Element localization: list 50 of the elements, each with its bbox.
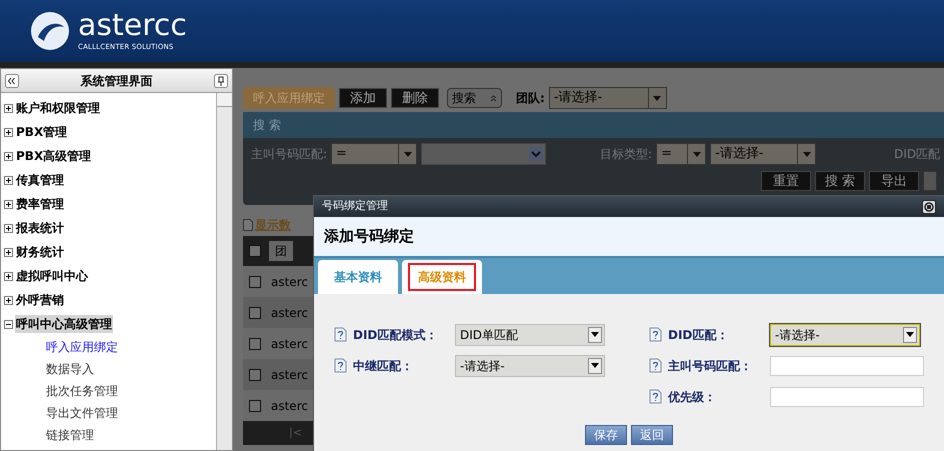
tree-item[interactable]: 传真管理 — [15, 171, 65, 189]
dropdown[interactable]: = — [331, 143, 418, 165]
field-label: DID匹配模式： — [353, 326, 438, 344]
dropdown[interactable]: = — [656, 143, 706, 165]
search-toggle-button[interactable]: 搜索 — [447, 88, 502, 108]
tree-item[interactable]: PBX管理 — [15, 123, 68, 141]
field-label: 中继匹配： — [353, 358, 414, 374]
field-label: 主叫号码匹配： — [668, 358, 753, 374]
tree-item[interactable]: 虚拟呼叫中心 — [15, 267, 89, 285]
tree-item[interactable]: 费率管理 — [15, 195, 65, 213]
dialog-title: 号码绑定管理 — [322, 198, 389, 214]
table-cell-text: asterc — [271, 366, 308, 384]
target-type-label: 目标类型: — [600, 146, 652, 163]
tree-item[interactable]: 财务统计 — [15, 243, 65, 261]
dropdown[interactable]: -请选择- — [770, 324, 920, 346]
search-panel-button[interactable]: 导出 — [869, 171, 919, 191]
dropdown[interactable]: -请选择- — [710, 143, 816, 165]
table-cell-text: asterc — [271, 398, 308, 414]
toolbar-button[interactable]: 添加 — [339, 88, 387, 108]
logo-text: astercc — [78, 10, 187, 42]
column-header[interactable]: 团 — [269, 241, 293, 261]
search-panel-title: 搜 索 — [253, 117, 281, 134]
dialog-heading: 添加号码绑定 — [324, 226, 414, 248]
tree-subitem[interactable]: 导出文件管理 — [46, 404, 118, 422]
tree-subitem[interactable]: 链接管理 — [46, 426, 94, 444]
tree-item[interactable]: PBX高级管理 — [15, 147, 92, 165]
tree-item[interactable]: 账户和权限管理 — [15, 99, 101, 117]
dropdown[interactable]: DID单匹配 — [455, 324, 605, 346]
toolbar-button[interactable]: 删除 — [391, 88, 439, 108]
tree-item[interactable]: 外呼营销 — [15, 291, 65, 309]
field-label: DID匹配： — [668, 326, 730, 344]
tree-subitem[interactable]: 批次任务管理 — [46, 382, 118, 400]
dialog-button[interactable]: 返回 — [631, 425, 673, 445]
search-panel-button[interactable]: 搜 索 — [815, 171, 865, 191]
dropdown[interactable]: -请选择- — [548, 87, 667, 109]
field-label: 优先级： — [668, 388, 717, 406]
table-cell-text: asterc — [271, 304, 308, 322]
dialog-tab[interactable]: 基本资料 — [318, 260, 398, 294]
table-cell-text: asterc — [271, 274, 308, 290]
team-label: 团队: — [516, 90, 545, 107]
sidebar-title: 系统管理界面 — [80, 72, 154, 90]
search-panel-button[interactable]: 重置 — [761, 171, 811, 191]
did-match-label: DID匹配 — [894, 146, 940, 163]
caller-match-label: 主叫号码匹配: — [251, 146, 328, 163]
table-cell-text: asterc — [271, 336, 308, 352]
tree-subitem[interactable]: 呼入应用绑定 — [46, 338, 118, 356]
tree-subitem[interactable]: 数据导入 — [46, 360, 94, 378]
tree-item[interactable]: 报表统计 — [15, 219, 65, 237]
dropdown[interactable]: -请选择- — [455, 354, 605, 376]
tree-item[interactable]: 呼叫中心高级管理 — [15, 315, 113, 333]
